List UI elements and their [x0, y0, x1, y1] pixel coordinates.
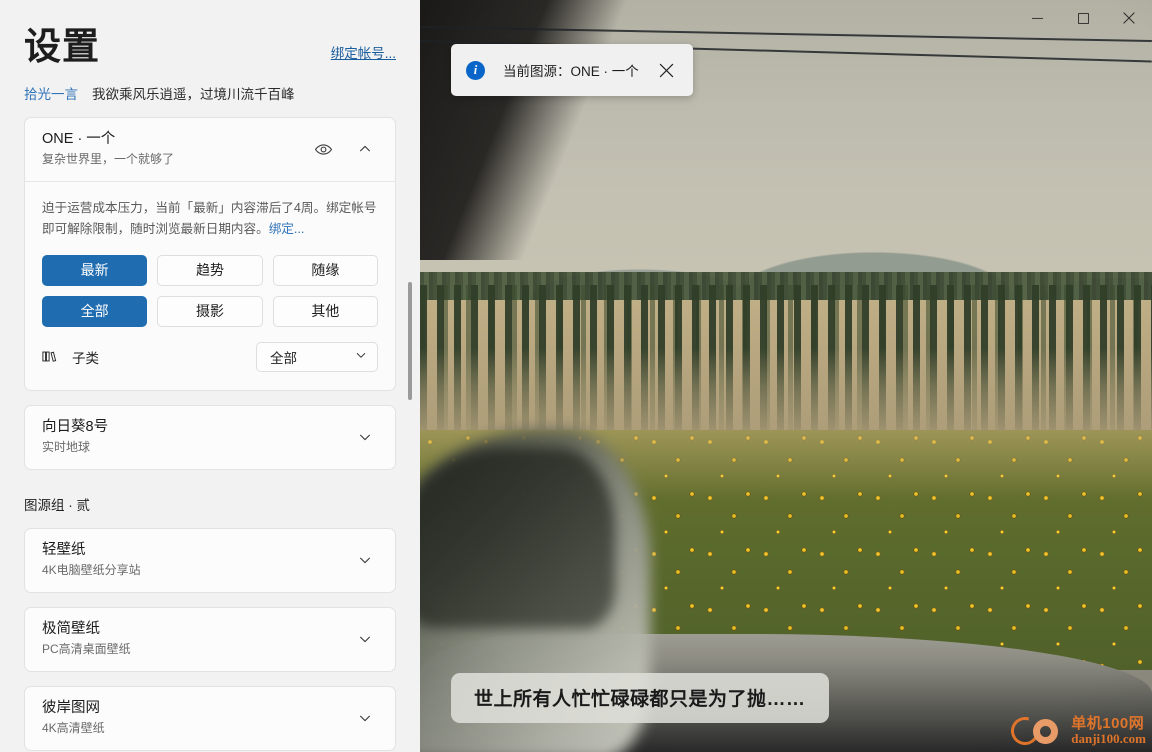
watermark: 单机100网 danji100.com: [1006, 712, 1146, 750]
panel-header: 设置 绑定帐号...: [24, 0, 396, 69]
eye-icon[interactable]: [313, 139, 333, 159]
books-icon: [42, 349, 58, 364]
wallpaper-preview: i 当前图源：ONE · 一个 世上所有人忙忙碌碌都只是为了抛…… 单机100网…: [420, 0, 1152, 752]
chevron-down-icon: [355, 349, 367, 364]
filter-button-random[interactable]: 随缘: [272, 254, 378, 286]
bind-account-link[interactable]: 绑定帐号...: [331, 42, 396, 69]
page-title: 设置: [24, 26, 100, 67]
source-card-jijian-texts: 极简壁纸 PC高清桌面壁纸: [42, 620, 355, 659]
subcategory-label: 子类: [72, 350, 99, 366]
toast-message: 当前图源：ONE · 一个: [503, 64, 639, 79]
subcategory-select-value: 全部: [270, 350, 297, 366]
chevron-up-icon[interactable]: [355, 139, 375, 159]
source-card-qingbizhi-actions: [355, 550, 381, 570]
photo-side-mirror-shadow: [420, 448, 615, 628]
cost-notice-text: 迫于运营成本压力，当前「最新」内容滞后了4周。绑定帐号即可解除限制，随时浏览最新…: [42, 200, 377, 237]
settings-scrollbar-thumb[interactable]: [408, 282, 412, 400]
filter-button-other[interactable]: 其他: [272, 295, 378, 327]
source-card-qingbizhi-texts: 轻壁纸 4K电脑壁纸分享站: [42, 541, 355, 580]
chevron-down-icon[interactable]: [355, 629, 375, 649]
filter-button-photo[interactable]: 摄影: [157, 295, 263, 327]
filter-button-all[interactable]: 全部: [42, 295, 148, 327]
info-icon: i: [466, 60, 485, 80]
source-subtitle: PC高清桌面壁纸: [42, 642, 131, 657]
source-subtitle: 4K电脑壁纸分享站: [42, 563, 141, 578]
source-card-himawari[interactable]: 向日葵8号 实时地球: [24, 404, 396, 470]
chevron-down-icon[interactable]: [355, 550, 375, 570]
source-card-himawari-texts: 向日葵8号 实时地球: [42, 418, 355, 457]
settings-panel: 设置 绑定帐号... 拾光一言 我欲乘风乐逍遥，过境川流千百峰 ONE · 一个…: [0, 0, 420, 752]
watermark-line-1: 单机100网: [1071, 715, 1145, 733]
daily-quote: 拾光一言 我欲乘风乐逍遥，过境川流千百峰: [24, 83, 396, 103]
source-card-bian[interactable]: 彼岸图网 4K高清壁纸: [24, 685, 396, 751]
filter-row-primary: 最新 趋势 随缘: [42, 254, 378, 286]
source-card-qingbizhi-header[interactable]: 轻壁纸 4K电脑壁纸分享站: [25, 529, 395, 592]
wallpaper-caption: 世上所有人忙忙碌碌都只是为了抛……: [451, 673, 829, 723]
source-title: 轻壁纸: [42, 541, 86, 558]
source-card-jijian-header[interactable]: 极简壁纸 PC高清桌面壁纸: [25, 608, 395, 671]
source-card-qingbizhi[interactable]: 轻壁纸 4K电脑壁纸分享站: [24, 527, 396, 593]
quote-text: 我欲乘风乐逍遥，过境川流千百峰: [92, 86, 295, 102]
watermark-line-2: danji100.com: [1071, 731, 1146, 747]
cost-notice-link[interactable]: 绑定...: [269, 222, 305, 236]
group-heading: 图源组 · 贰: [24, 497, 90, 513]
subcategory-row: 子类 全部: [42, 341, 378, 372]
source-card-bian-header[interactable]: 彼岸图网 4K高清壁纸: [25, 687, 395, 750]
watermark-text: 单机100网 danji100.com: [1071, 716, 1146, 745]
cost-notice: 迫于运营成本压力，当前「最新」内容滞后了4周。绑定帐号即可解除限制，随时浏览最新…: [42, 198, 378, 241]
source-card-bian-actions: [355, 708, 381, 728]
toast-notification: i 当前图源：ONE · 一个: [451, 44, 693, 96]
source-title: 彼岸图网: [42, 699, 100, 716]
settings-scrollbar[interactable]: [404, 0, 416, 752]
close-icon[interactable]: [657, 60, 677, 80]
chevron-down-icon[interactable]: [355, 708, 375, 728]
filter-button-trend[interactable]: 趋势: [157, 254, 263, 286]
source-title: ONE · 一个: [42, 130, 116, 147]
chevron-down-icon[interactable]: [355, 427, 375, 447]
source-card-one: ONE · 一个 复杂世界里，一个就够了 迫于运营成本压力，当前「最新」内容滞后…: [24, 116, 396, 391]
source-card-bian-texts: 彼岸图网 4K高清壁纸: [42, 699, 355, 738]
source-card-himawari-header[interactable]: 向日葵8号 实时地球: [25, 406, 395, 469]
source-subtitle: 4K高清壁纸: [42, 721, 105, 736]
photo-car-pillar: [420, 0, 650, 260]
close-icon[interactable]: [1106, 0, 1152, 36]
source-card-one-body: 迫于运营成本压力，当前「最新」内容滞后了4周。绑定帐号即可解除限制，随时浏览最新…: [25, 182, 395, 390]
filter-button-latest[interactable]: 最新: [42, 254, 148, 286]
window-controls: [1014, 0, 1152, 36]
source-card-one-header[interactable]: ONE · 一个 复杂世界里，一个就够了: [25, 118, 395, 182]
filter-row-secondary: 全部 摄影 其他: [42, 295, 378, 327]
source-card-jijian[interactable]: 极简壁纸 PC高清桌面壁纸: [24, 606, 396, 672]
watermark-logo-icon: [1006, 712, 1065, 750]
source-card-jijian-actions: [355, 629, 381, 649]
quote-label[interactable]: 拾光一言: [24, 83, 78, 103]
source-title: 向日葵8号: [42, 418, 109, 435]
settings-scroll-area[interactable]: 设置 绑定帐号... 拾光一言 我欲乘风乐逍遥，过境川流千百峰 ONE · 一个…: [0, 0, 420, 752]
minimize-icon[interactable]: [1014, 0, 1060, 36]
source-subtitle: 复杂世界里，一个就够了: [42, 152, 175, 167]
subcategory-left: 子类: [42, 347, 99, 367]
source-card-himawari-actions: [355, 427, 381, 447]
source-card-one-texts: ONE · 一个 复杂世界里，一个就够了: [42, 130, 313, 169]
photo-conifers: [420, 285, 1152, 450]
source-subtitle: 实时地球: [42, 440, 91, 455]
subcategory-select[interactable]: 全部: [256, 341, 378, 372]
source-card-one-actions: [313, 139, 381, 159]
source-title: 极简壁纸: [42, 620, 100, 637]
maximize-icon[interactable]: [1060, 0, 1106, 36]
